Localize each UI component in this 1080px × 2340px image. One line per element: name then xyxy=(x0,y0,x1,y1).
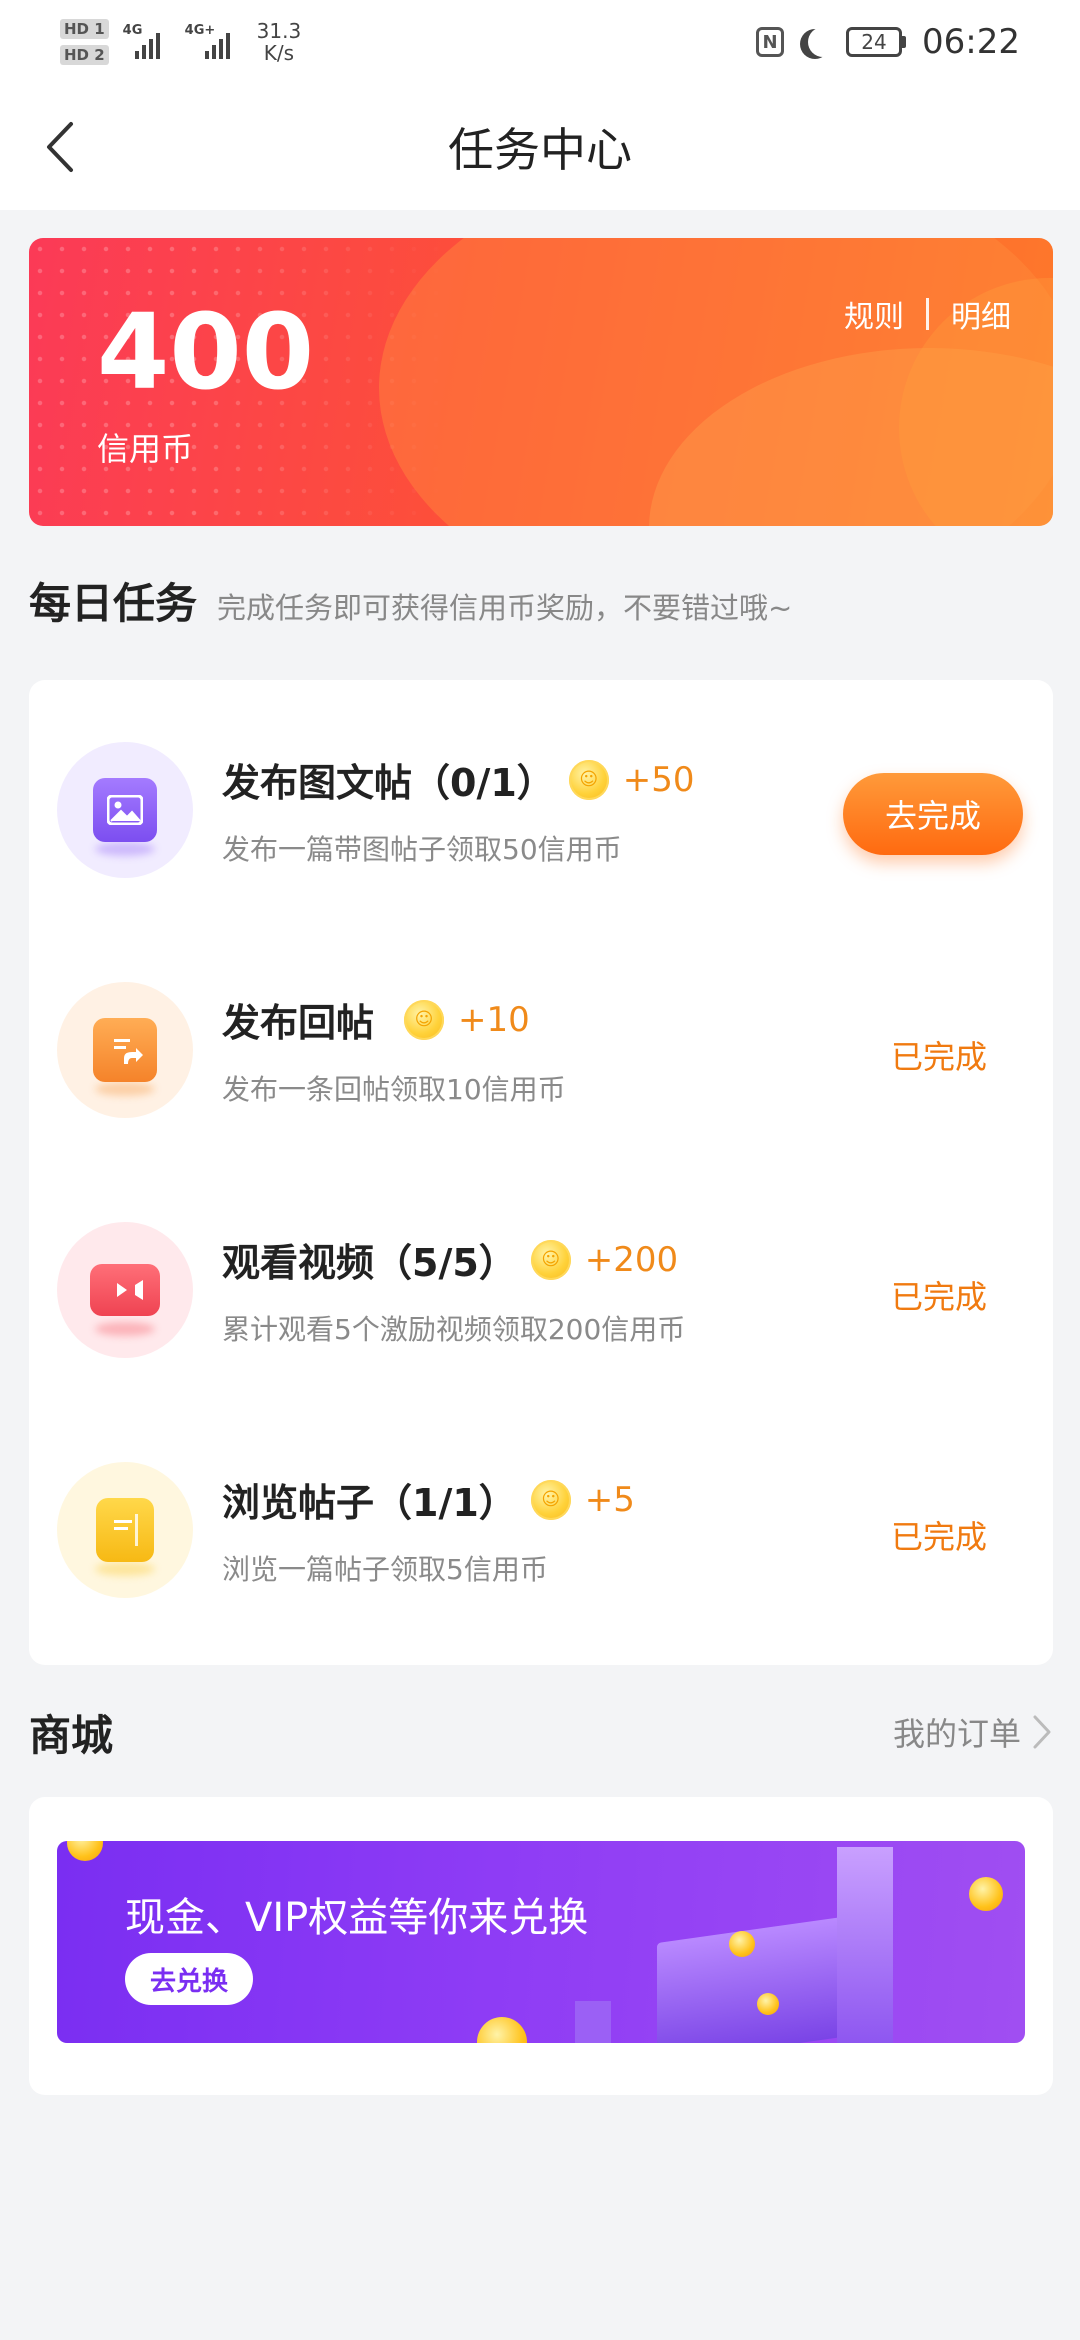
nfc-icon: N xyxy=(756,27,785,57)
speed-value: 31.3 xyxy=(256,19,302,43)
daily-tasks-title: 每日任务 xyxy=(29,579,198,628)
task-title-row: 观看视频（5/5） ☺ +200 xyxy=(222,1232,678,1287)
credit-balance-banner: 400 信用币 规则 明细 xyxy=(29,238,1053,526)
task-reward: +50 xyxy=(622,759,695,800)
go-complete-button[interactable]: 去完成 xyxy=(843,773,1023,855)
nav-header: 任务中心 xyxy=(0,84,1080,210)
mall-title: 商城 xyxy=(29,1710,114,1760)
credit-balance-value: 400 xyxy=(97,291,315,413)
task-list-card: 发布图文帖（0/1） ☺ +50 发布一篇带图帖子领取50信用币 去完成 发布回… xyxy=(29,680,1053,1665)
daily-tasks-header: 每日任务 完成任务即可获得信用币奖励，不要错过哦~ xyxy=(29,570,792,631)
building-illustration xyxy=(657,1914,857,2043)
task-name: 观看视频（5/5） xyxy=(222,1241,517,1285)
coin-icon: ☺ xyxy=(404,999,445,1040)
reply-post-icon xyxy=(57,982,193,1118)
mall-header: 商城 我的订单 xyxy=(29,1700,1053,1764)
task-name: 发布回帖 xyxy=(222,1001,375,1045)
task-reward: +5 xyxy=(584,1479,635,1520)
browse-post-icon xyxy=(57,1462,193,1598)
task-title-row: 发布图文帖（0/1） ☺ +50 xyxy=(222,752,695,807)
my-orders-label: 我的订单 xyxy=(892,1715,1021,1753)
daily-tasks-subtitle: 完成任务即可获得信用币奖励，不要错过哦~ xyxy=(217,591,793,625)
task-name: 发布图文帖（0/1） xyxy=(222,761,555,805)
task-reward: +200 xyxy=(584,1239,679,1280)
banner-links: 规则 明细 xyxy=(844,292,1011,336)
signal-4g-plus-icon: 4G+ xyxy=(185,23,243,59)
hd2-badge: HD 2 xyxy=(60,45,109,65)
status-left: HD 1 HD 2 4G 4G+ 31.3 K/s xyxy=(60,19,301,65)
rules-link[interactable]: 规则 xyxy=(844,292,904,336)
hd1-badge: HD 1 xyxy=(60,19,109,39)
battery-icon: 24 xyxy=(846,27,907,57)
clock: 06:22 xyxy=(922,22,1020,62)
link-divider xyxy=(926,298,929,330)
task-completed-status: 已完成 xyxy=(890,1038,987,1076)
task-name: 浏览帖子（1/1） xyxy=(222,1481,517,1525)
signal-4g-icon: 4G xyxy=(123,23,171,59)
details-link[interactable]: 明细 xyxy=(951,292,1011,336)
coin-icon: ☺ xyxy=(530,1239,571,1280)
chevron-right-icon xyxy=(1033,1715,1051,1749)
status-bar: HD 1 HD 2 4G 4G+ 31.3 K/s N 24 06:22 xyxy=(0,0,1080,84)
task-reward: +10 xyxy=(458,999,530,1040)
task-row-publish-reply: 发布回帖 ☺ +10 发布一条回帖领取10信用币 已完成 xyxy=(29,920,1053,1120)
task-description: 浏览一篇帖子领取5信用币 xyxy=(222,1553,548,1586)
status-right: N 24 06:22 xyxy=(756,22,1020,62)
speed-unit: K/s xyxy=(263,41,295,65)
task-row-publish-image-post: 发布图文帖（0/1） ☺ +50 发布一篇带图帖子领取50信用币 去完成 xyxy=(29,680,1053,880)
task-row-watch-video: 观看视频（5/5） ☺ +200 累计观看5个激励视频领取200信用币 已完成 xyxy=(29,1160,1053,1360)
video-icon xyxy=(57,1222,193,1358)
task-completed-status: 已完成 xyxy=(890,1518,987,1556)
back-button[interactable] xyxy=(30,114,90,180)
network-speed: 31.3 K/s xyxy=(257,20,302,64)
task-description: 累计观看5个激励视频领取200信用币 xyxy=(222,1313,686,1346)
task-title-row: 浏览帖子（1/1） ☺ +5 xyxy=(222,1472,635,1527)
battery-level: 24 xyxy=(846,27,903,57)
task-title-row: 发布回帖 ☺ +10 xyxy=(222,992,530,1047)
exchange-button[interactable]: 去兑换 xyxy=(125,1953,253,2005)
do-not-disturb-moon-icon xyxy=(808,27,838,57)
task-description: 发布一条回帖领取10信用币 xyxy=(222,1073,566,1106)
task-completed-status: 已完成 xyxy=(890,1278,987,1316)
image-icon xyxy=(57,742,193,878)
credit-balance-label: 信用币 xyxy=(97,430,194,468)
coin-icon: ☺ xyxy=(530,1479,571,1520)
my-orders-link[interactable]: 我的订单 xyxy=(893,1709,1053,1755)
hd-indicators: HD 1 HD 2 xyxy=(60,19,109,65)
mall-promo-banner[interactable]: 现金、VIP权益等你来兑换 去兑换 xyxy=(57,1841,1025,2043)
mall-banner-text: 现金、VIP权益等你来兑换 xyxy=(125,1895,589,1941)
mall-card: 现金、VIP权益等你来兑换 去兑换 xyxy=(29,1797,1053,2095)
task-description: 发布一篇带图帖子领取50信用币 xyxy=(222,833,622,866)
page-title: 任务中心 xyxy=(448,123,632,177)
chevron-left-icon xyxy=(47,122,73,172)
coin-icon: ☺ xyxy=(568,759,609,800)
task-row-browse-posts: 浏览帖子（1/1） ☺ +5 浏览一篇帖子领取5信用币 已完成 xyxy=(29,1400,1053,1600)
